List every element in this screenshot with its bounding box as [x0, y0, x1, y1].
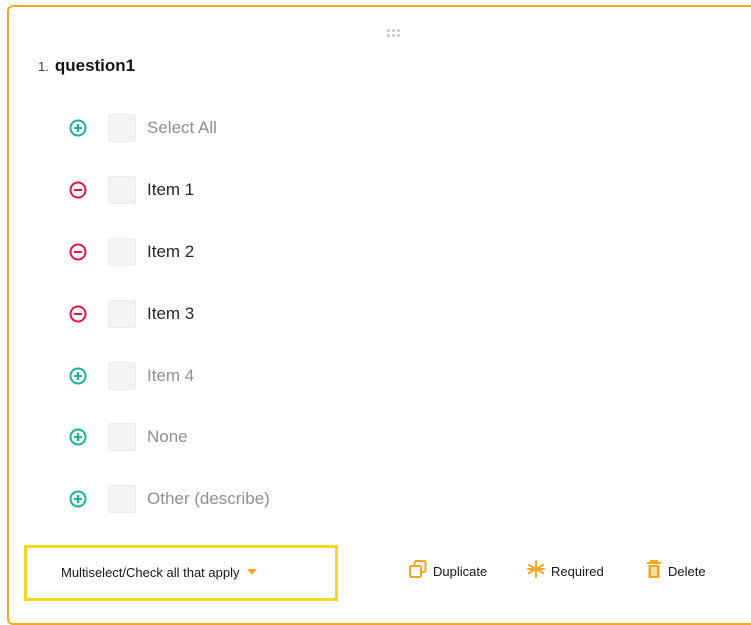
required-label: Required [551, 563, 604, 579]
remove-choice-icon[interactable] [67, 303, 89, 325]
choice-label[interactable]: Other (describe) [147, 489, 270, 509]
choice-row-select-all: Select All [67, 112, 217, 144]
add-choice-icon[interactable] [67, 426, 89, 448]
choice-checkbox[interactable] [108, 176, 136, 204]
choice-label[interactable]: Select All [147, 118, 217, 138]
asterisk-icon [526, 559, 546, 584]
choice-checkbox[interactable] [108, 362, 136, 390]
question-name[interactable]: question1 [55, 56, 135, 76]
choice-checkbox[interactable] [108, 485, 136, 513]
question-number: 1. [38, 59, 49, 74]
choice-label[interactable]: Item 4 [147, 366, 194, 386]
choice-label[interactable]: Item 1 [147, 180, 194, 200]
trash-icon [645, 559, 663, 584]
question-title[interactable]: 1. question1 [38, 56, 135, 80]
delete-label: Delete [668, 563, 706, 579]
choice-row-item-3: Item 3 [67, 298, 194, 330]
choice-row-other: Other (describe) [67, 483, 270, 515]
remove-choice-icon[interactable] [67, 241, 89, 263]
choice-label[interactable]: None [147, 427, 188, 447]
required-button[interactable]: Required [526, 559, 604, 583]
add-choice-icon[interactable] [67, 488, 89, 510]
choice-row-item-4: Item 4 [67, 360, 194, 392]
choice-checkbox[interactable] [108, 238, 136, 266]
remove-choice-icon[interactable] [67, 179, 89, 201]
choice-checkbox[interactable] [108, 300, 136, 328]
drag-handle-icon[interactable] [387, 29, 403, 39]
choice-checkbox[interactable] [108, 114, 136, 142]
choice-row-item-2: Item 2 [67, 236, 194, 268]
choice-label[interactable]: Item 2 [147, 242, 194, 262]
duplicate-label: Duplicate [433, 563, 488, 579]
delete-button[interactable]: Delete [645, 559, 706, 583]
duplicate-icon [408, 559, 428, 584]
duplicate-button[interactable]: Duplicate [408, 559, 487, 583]
choice-row-none: None [67, 421, 188, 453]
chevron-down-icon [247, 569, 258, 575]
choice-checkbox[interactable] [108, 423, 136, 451]
choice-row-item-1: Item 1 [67, 174, 194, 206]
add-choice-icon[interactable] [67, 365, 89, 387]
question-type-dropdown[interactable]: Multiselect/Check all that apply [61, 561, 258, 583]
add-choice-icon[interactable] [67, 117, 89, 139]
choice-label[interactable]: Item 3 [147, 304, 194, 324]
question-type-label: Multiselect/Check all that apply [61, 564, 240, 580]
